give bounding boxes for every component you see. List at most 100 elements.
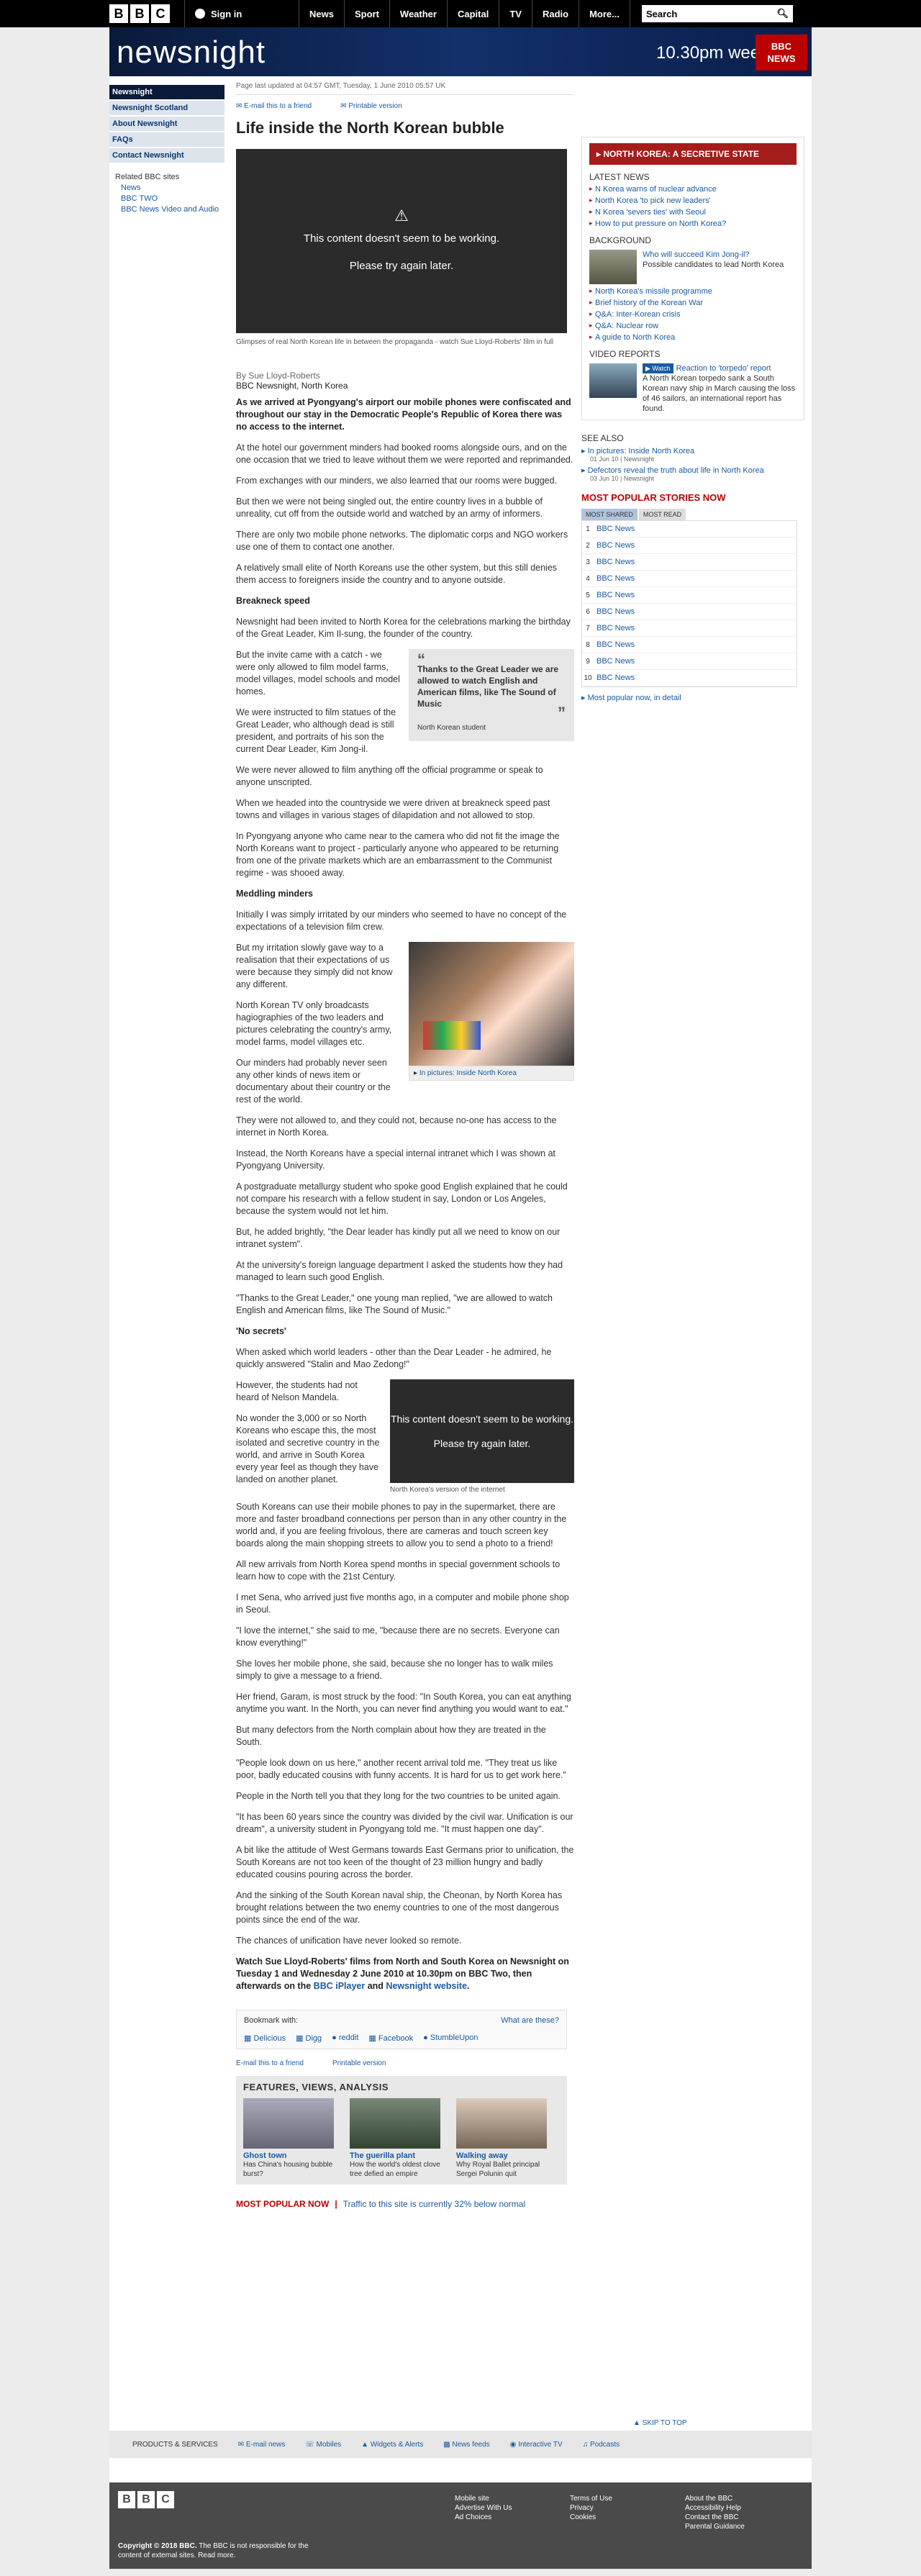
- footer-link[interactable]: Privacy: [570, 2503, 612, 2513]
- footer-link[interactable]: Contact the BBC: [685, 2513, 745, 2522]
- print-link[interactable]: Printable version: [340, 102, 401, 110]
- ship-thumbnail[interactable]: [589, 363, 637, 398]
- reddit-link[interactable]: ● reddit: [332, 2033, 358, 2043]
- video-player-2[interactable]: This content doesn't seem to be working.…: [390, 1379, 574, 1494]
- email-news-link[interactable]: ✉ E-mail news: [238, 2441, 286, 2449]
- newsnight-website-link[interactable]: Newsnight website: [386, 1981, 467, 1991]
- list-item[interactable]: 2 BBC News: [582, 538, 797, 554]
- footer-link[interactable]: Terms of Use: [570, 2494, 612, 2503]
- background-link[interactable]: North Korea's missile programme: [589, 287, 797, 296]
- list-item[interactable]: 8 BBC News: [582, 637, 797, 653]
- nav-news[interactable]: News: [299, 0, 345, 27]
- leftnav-newsnight-scotland[interactable]: Newsnight Scotland: [109, 101, 224, 115]
- nav-tv[interactable]: TV: [499, 0, 532, 27]
- background-title[interactable]: Who will succeed Kim Jong-il?: [643, 250, 750, 259]
- nav-weather[interactable]: Weather: [390, 0, 448, 27]
- nav-more[interactable]: More...: [579, 0, 630, 27]
- footer-link[interactable]: Accessibility Help: [685, 2503, 745, 2513]
- footer-link[interactable]: Mobile site: [455, 2494, 512, 2503]
- leftnav-faqs[interactable]: FAQs: [109, 132, 224, 147]
- watch-badge[interactable]: ▶ Watch: [643, 363, 673, 373]
- list-item[interactable]: 6 BBC News: [582, 604, 797, 620]
- feature-card[interactable]: Walking away Why Royal Ballet principal S…: [456, 2098, 554, 2179]
- signin-link[interactable]: Sign in: [184, 0, 299, 27]
- popular-link[interactable]: BBC News: [594, 674, 635, 682]
- latest-news-link[interactable]: North Korea 'to pick new leaders': [589, 196, 797, 205]
- topic-heading[interactable]: ▸ NORTH KOREA: A SECRETIVE STATE: [589, 143, 797, 165]
- feature-title[interactable]: Ghost town: [243, 2151, 341, 2160]
- leftnav-contact[interactable]: Contact Newsnight: [109, 148, 224, 163]
- popular-link[interactable]: BBC News: [594, 558, 635, 566]
- delicious-link[interactable]: ▦ Delicious: [244, 2033, 286, 2043]
- feature-thumb[interactable]: [350, 2098, 440, 2149]
- skip-to-top-link[interactable]: ▲ SKIP TO TOP: [633, 2419, 687, 2427]
- podcasts-link[interactable]: ♫ Podcasts: [583, 2441, 620, 2449]
- print-link[interactable]: Printable version: [332, 2059, 386, 2067]
- popular-link[interactable]: BBC News: [594, 525, 635, 533]
- interactive-tv-link[interactable]: ◉ Interactive TV: [510, 2441, 563, 2449]
- video-player[interactable]: ⚠ This content doesn't seem to be workin…: [236, 149, 567, 333]
- leftnav-newsnight[interactable]: Newsnight: [109, 85, 224, 99]
- list-item[interactable]: 10 BBC News: [582, 670, 797, 686]
- list-item[interactable]: 4 BBC News: [582, 571, 797, 587]
- photo-caption[interactable]: ▸ In pictures: Inside North Korea: [409, 1066, 574, 1081]
- nav-capital[interactable]: Capital: [448, 0, 500, 27]
- video-report-title[interactable]: Reaction to 'torpedo' report: [676, 364, 771, 373]
- footer-link[interactable]: Parental Guidance: [685, 2522, 745, 2531]
- popular-link[interactable]: BBC News: [594, 657, 635, 666]
- feature-title[interactable]: The guerilla plant: [350, 2151, 448, 2160]
- feature-card[interactable]: The guerilla plant How the world's oldest…: [350, 2098, 448, 2179]
- related-link[interactable]: BBC News Video and Audio: [121, 205, 224, 214]
- photo-gallery-link[interactable]: ▸ In pictures: Inside North Korea: [409, 942, 574, 1081]
- see-also-link[interactable]: ▸ In pictures: Inside North Korea: [581, 446, 804, 455]
- feature-title[interactable]: Walking away: [456, 2151, 554, 2160]
- nav-radio[interactable]: Radio: [532, 0, 580, 27]
- background-link[interactable]: A guide to North Korea: [589, 333, 797, 342]
- list-item[interactable]: 1 BBC News: [582, 521, 797, 538]
- background-feature[interactable]: Who will succeed Kim Jong-il? Possible ca…: [589, 250, 797, 284]
- background-link[interactable]: Q&A: Inter-Korean crisis: [589, 310, 797, 319]
- footer-link[interactable]: Advertise With Us: [455, 2503, 512, 2513]
- list-item[interactable]: 7 BBC News: [582, 620, 797, 637]
- iplayer-link[interactable]: BBC iPlayer: [314, 1981, 366, 1991]
- what-are-these-link[interactable]: What are these?: [501, 2016, 559, 2025]
- photo-caption-link[interactable]: In pictures: Inside North Korea: [419, 1069, 517, 1077]
- feature-thumb[interactable]: [243, 2098, 334, 2149]
- stumbleupon-link[interactable]: ● StumbleUpon: [423, 2033, 478, 2043]
- bbc-news-badge[interactable]: BBC NEWS: [756, 35, 807, 71]
- bbc-logo[interactable]: BBC: [109, 4, 170, 23]
- list-item[interactable]: 9 BBC News: [582, 653, 797, 670]
- tab-most-read[interactable]: MOST READ: [638, 509, 686, 520]
- list-item[interactable]: 3 BBC News: [582, 554, 797, 571]
- email-link[interactable]: E-mail this to a friend: [236, 102, 312, 110]
- tab-most-shared[interactable]: MOST SHARED: [581, 509, 638, 520]
- news-feeds-link[interactable]: ▩ News feeds: [443, 2441, 489, 2449]
- related-link[interactable]: BBC TWO: [121, 194, 224, 203]
- footer-link[interactable]: Ad Choices: [455, 2513, 512, 2522]
- search-icon[interactable]: 🔍︎: [776, 8, 789, 19]
- background-link[interactable]: Q&A: Nuclear row: [589, 322, 797, 330]
- search-input[interactable]: Search 🔍︎: [641, 5, 793, 22]
- popular-link[interactable]: BBC News: [594, 591, 635, 599]
- footer-link[interactable]: About the BBC: [685, 2494, 745, 2503]
- traffic-link[interactable]: Traffic to this site is currently 32% be…: [343, 2199, 525, 2209]
- facebook-link[interactable]: ▦ Facebook: [368, 2033, 413, 2043]
- footer-link[interactable]: Cookies: [570, 2513, 612, 2522]
- latest-news-link[interactable]: N Korea 'severs ties' with Seoul: [589, 208, 797, 217]
- video-2-box[interactable]: This content doesn't seem to be working.…: [390, 1379, 574, 1483]
- popular-link[interactable]: BBC News: [594, 624, 635, 632]
- leftnav-about[interactable]: About Newsnight: [109, 117, 224, 131]
- email-link[interactable]: E-mail this to a friend: [236, 2059, 304, 2067]
- video-report[interactable]: ▶ Watch Reaction to 'torpedo' report A Nor…: [589, 363, 797, 414]
- latest-news-link[interactable]: N Korea warns of nuclear advance: [589, 185, 797, 194]
- popular-link[interactable]: BBC News: [594, 607, 635, 616]
- widgets-link[interactable]: ▲ Widgets & Alerts: [361, 2441, 423, 2449]
- feature-card[interactable]: Ghost town Has China's housing bubble bur…: [243, 2098, 341, 2179]
- latest-news-link[interactable]: How to put pressure on North Korea?: [589, 219, 797, 228]
- feature-thumb[interactable]: [456, 2098, 547, 2149]
- nav-sport[interactable]: Sport: [345, 0, 390, 27]
- popular-link[interactable]: BBC News: [594, 574, 635, 583]
- popular-link[interactable]: BBC News: [594, 640, 635, 649]
- related-link[interactable]: News: [121, 183, 224, 192]
- kim-thumbnail[interactable]: [589, 250, 637, 284]
